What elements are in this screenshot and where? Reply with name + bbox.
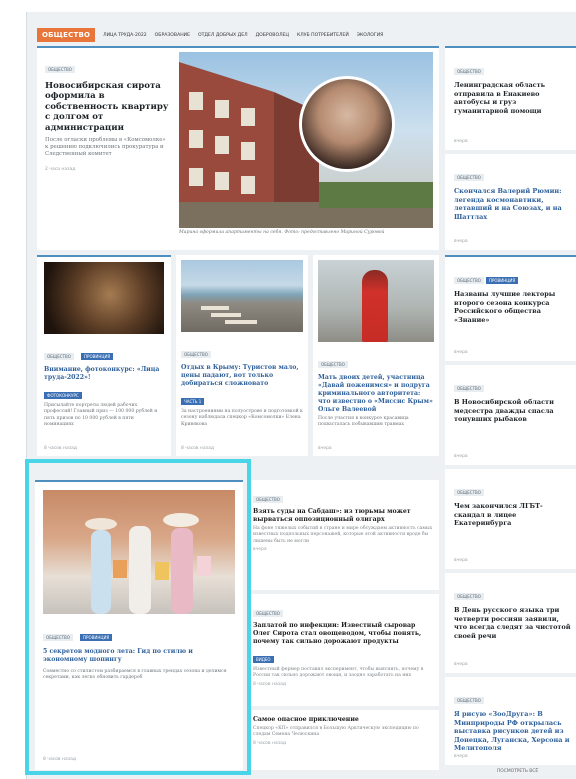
lead-photo[interactable] (179, 52, 433, 228)
sidebar-item[interactable]: ОБЩЕСТВО Скончался Валерий Рюмин: легенд… (445, 154, 576, 250)
sidebar-item[interactable]: ОБЩЕСТВО Чем закончился ЛГБТ-скандал в л… (445, 469, 576, 569)
story-tag[interactable]: ОБЩЕСТВО (181, 351, 211, 358)
nav-item-good-deeds[interactable]: ОТДЕЛ ДОБРЫХ ДЕЛ (198, 33, 248, 38)
newsline-time: 8 часов назад (253, 681, 286, 687)
newsline-time: вчера (253, 547, 267, 553)
story-badge[interactable]: ФОТОКОНКУРС (44, 392, 82, 399)
sidebar-item[interactable]: ОБЩЕСТВО ПРОВИНЦИЯ Названы лучшие лекторы… (445, 255, 576, 361)
sunbeds-icon (201, 306, 257, 324)
story-photo-woman (318, 260, 434, 342)
newsline-item[interactable]: ОБЩЕСТВО Заплатой по инфекции: Известный… (247, 594, 439, 706)
story-text: Присылайте портреты людей рабочих профес… (44, 403, 158, 428)
sidebar-time: вчера (454, 662, 468, 667)
story-time: вчера (318, 446, 332, 451)
newsline-text: Известный фермер поставил эксперимент, ч… (253, 667, 424, 679)
lead-tag[interactable]: ОБЩЕСТВО (45, 66, 75, 73)
sidebar-title[interactable]: В Новосибирской области медсестра дважды… (454, 398, 571, 424)
story-card-miss-crimea[interactable]: ОБЩЕСТВО Мать двоих детей, участница «Да… (313, 255, 439, 456)
newsline-title[interactable]: Взять суды на Сабдаш»: из тюрьмы может в… (253, 508, 433, 524)
lead-text: После огласки проблемы в «Комсомолке» к … (45, 137, 166, 158)
story-tag[interactable]: ОБЩЕСТВО (44, 353, 74, 360)
newsline-item[interactable]: ОБЩЕСТВО Взять суды на Сабдаш»: из тюрьм… (247, 480, 439, 590)
story-photo-beach (181, 260, 303, 332)
sidebar-title[interactable]: Названы лучшие лекторы второго сезона ко… (454, 290, 571, 324)
newsline-tag[interactable]: ОБЩЕСТВО (253, 610, 283, 617)
story-title[interactable]: Внимание, фотоконкурс: «Лица труда-2022»… (44, 366, 164, 382)
story-photo-worker (44, 262, 164, 334)
section-badge[interactable]: ОБЩЕСТВО (37, 28, 96, 42)
nav-item-ecology[interactable]: ЭКОЛОГИЯ (357, 33, 384, 38)
sidebar-time: вчера (454, 239, 468, 244)
lead-time: 2 часа назад (45, 166, 76, 172)
story-tag-province[interactable]: ПРОВИНЦИЯ (81, 353, 114, 360)
newsline-text: На фоне тяжелых событий в стране и мире … (253, 526, 433, 544)
sidebar-tag[interactable]: ОБЩЕСТВО (454, 385, 484, 392)
newsline-item[interactable]: Самое опасное приключение Спецкор «КП» о… (247, 710, 439, 770)
portrait-circle (299, 76, 395, 172)
sidebar-time: вчера (454, 139, 468, 144)
nav-item-volunteer[interactable]: ДОБРОВОЛЕЦ (256, 33, 289, 38)
newsline-title[interactable]: Самое опасное приключение (253, 716, 433, 724)
sidebar-title[interactable]: Я рисую «ЗооДруга»: В Минприроды РФ откр… (454, 710, 571, 753)
sidebar-tag[interactable]: ОБЩЕСТВО (454, 277, 484, 284)
sidebar-tag[interactable]: ОБЩЕСТВО (454, 174, 484, 181)
woman-figure (362, 270, 388, 342)
story-text: После участия в конкурсе красавица похва… (318, 416, 409, 428)
sidebar-title[interactable]: Ленинградская область отправила в Енакие… (454, 81, 571, 115)
lead-title[interactable]: Новосибирская сирота оформила в собствен… (45, 81, 169, 133)
section-nav: ОБЩЕСТВО ЛИЦА ТРУДА-2022 ОБРАЗОВАНИЕ ОТД… (37, 26, 566, 44)
sidebar-tag-province[interactable]: ПРОВИНЦИЯ (485, 277, 519, 284)
sidebar-title[interactable]: В День русского языка три четверти росси… (454, 606, 571, 640)
newsline-time: 8 часов назад (253, 740, 286, 746)
story-card-photo-contest[interactable]: ОБЩЕСТВО ПРОВИНЦИЯ Внимание, фотоконкурс… (37, 255, 171, 456)
story-badge[interactable]: ЧАСТЬ 1 (181, 398, 205, 405)
sidebar-time: вчера (454, 754, 468, 759)
sidebar-tag[interactable]: ОБЩЕСТВО (454, 68, 484, 75)
story-time: 8 часов назад (44, 446, 77, 451)
newsline-text: Спецкор «КП» отправился в Большую Арктич… (253, 726, 419, 738)
sidebar-item[interactable]: ОБЩЕСТВО В Новосибирской области медсест… (445, 365, 576, 465)
sidebar-item[interactable]: ОБЩЕСТВО Я рисую «ЗооДруга»: В Минприрод… (445, 677, 576, 765)
story-title[interactable]: Отдых в Крыму: Туристов мало, цены падаю… (181, 364, 303, 388)
story-time: 8 часов назад (181, 446, 214, 451)
sidebar-title[interactable]: Чем закончился ЛГБТ-скандал в лицее Екат… (454, 502, 571, 528)
newsline-tag[interactable]: ОБЩЕСТВО (253, 496, 283, 503)
newsline-badge-video[interactable]: ВИДЕО (253, 656, 274, 663)
sidebar-title[interactable]: Скончался Валерий Рюмин: легенда космона… (454, 187, 571, 221)
highlight-frame (25, 459, 251, 775)
story-card-crimea[interactable]: ОБЩЕСТВО Отдых в Крыму: Туристов мало, ц… (176, 255, 308, 456)
sidebar-tag[interactable]: ОБЩЕСТВО (454, 593, 484, 600)
sidebar-time: вчера (454, 558, 468, 563)
sidebar-time: вчера (454, 454, 468, 459)
sidebar-tag[interactable]: ОБЩЕСТВО (454, 697, 484, 704)
sidebar-item[interactable]: ОБЩЕСТВО В День русского языка три четве… (445, 573, 576, 673)
sidebar-item[interactable]: ОБЩЕСТВО Ленинградская область отправила… (445, 46, 576, 150)
story-tag[interactable]: ОБЩЕСТВО (318, 361, 348, 368)
sidebar-time: вчера (454, 350, 468, 355)
story-title[interactable]: Мать двоих детей, участница «Давай пожен… (318, 374, 434, 414)
nav-item-consumers[interactable]: КЛУБ ПОТРЕБИТЕЛЕЙ (297, 33, 349, 38)
nav-item-faces[interactable]: ЛИЦА ТРУДА-2022 (103, 33, 147, 38)
newsline-title[interactable]: Заплатой по инфекции: Известный сыровар … (253, 622, 433, 646)
lead-story-card[interactable]: ОБЩЕСТВО Новосибирская сирота оформила в… (37, 46, 439, 250)
lead-photo-caption: Марина оформила апартаменты на себя. Фот… (179, 230, 385, 235)
story-text: За настроениями на полуострове и подгото… (181, 409, 303, 427)
see-all-link[interactable]: ПОСМОТРЕТЬ ВСЁ (497, 769, 538, 774)
nav-item-education[interactable]: ОБРАЗОВАНИЕ (155, 33, 190, 38)
sidebar-tag[interactable]: ОБЩЕСТВО (454, 489, 484, 496)
